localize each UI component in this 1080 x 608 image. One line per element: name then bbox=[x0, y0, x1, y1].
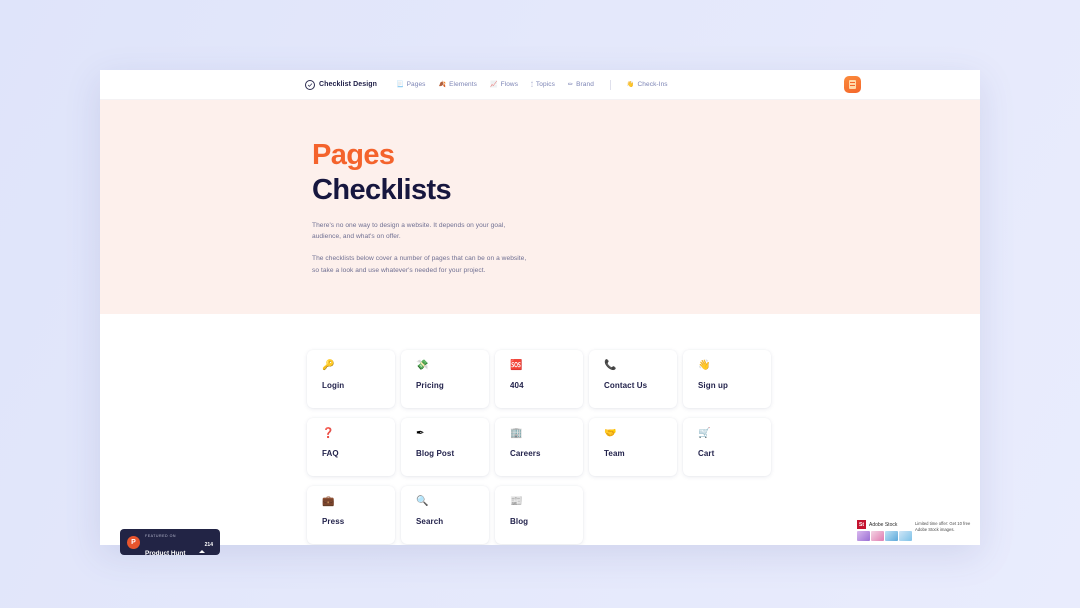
card-label: Cart bbox=[698, 449, 715, 458]
brand-name-label: Checklist Design bbox=[319, 81, 378, 88]
hero-paragraph-2: The checklists below cover a number of p… bbox=[312, 255, 527, 274]
checklist-card-careers[interactable]: 🏢 Careers bbox=[495, 418, 583, 476]
nav-item-label: Topics bbox=[535, 81, 555, 88]
candle-icon: 🕯 bbox=[531, 81, 533, 88]
shopping-cart-icon: 🛒 bbox=[698, 428, 711, 439]
checklist-card-pricing[interactable]: 💸 Pricing bbox=[401, 350, 489, 408]
pencil-icon: ✏ bbox=[567, 81, 574, 88]
site-viewport: Checklist Design 📃 Pages 🍂 Elements 📈 Fl… bbox=[100, 70, 980, 545]
brand-logo[interactable]: Checklist Design bbox=[305, 79, 378, 90]
checklist-card-404[interactable]: 🆘 404 bbox=[495, 350, 583, 408]
checklist-grid-section: 🔑 Login 💸 Pricing 🆘 404 📞 Contact Us 👋 S… bbox=[100, 314, 980, 544]
ad-thumbnail bbox=[871, 531, 884, 541]
briefcase-icon: 💼 bbox=[322, 496, 335, 507]
pen-icon: ✒ bbox=[416, 428, 425, 439]
page-title-line1: Pages bbox=[312, 139, 395, 171]
adobe-ad-thumbnails bbox=[857, 531, 912, 541]
checklist-card-team[interactable]: 🤝 Team bbox=[589, 418, 677, 476]
card-label: 404 bbox=[510, 381, 524, 390]
adobe-ad-headline: Limited time offer: Get 10 free Adobe St… bbox=[915, 521, 971, 533]
office-building-icon: 🏢 bbox=[510, 428, 523, 439]
checklist-grid: 🔑 Login 💸 Pricing 🆘 404 📞 Contact Us 👋 S… bbox=[307, 350, 777, 544]
money-with-wings-icon: 💸 bbox=[416, 360, 429, 371]
card-label: Login bbox=[322, 381, 345, 390]
page-title: Pages Checklists bbox=[312, 138, 980, 208]
upvote-count: 214 bbox=[204, 542, 213, 548]
product-hunt-logo-icon: P bbox=[127, 535, 140, 549]
nav-divider bbox=[609, 79, 611, 90]
book-icon bbox=[849, 80, 856, 89]
checklist-card-sign-up[interactable]: 👋 Sign up bbox=[683, 350, 771, 408]
product-hunt-text: FEATURED ON Product Hunt bbox=[145, 529, 194, 555]
newspaper-icon: 📰 bbox=[510, 496, 523, 507]
card-label: Blog bbox=[510, 517, 529, 526]
nav-item-check-ins[interactable]: 👋 Check-Ins bbox=[627, 81, 668, 88]
page-title-line2: Checklists bbox=[312, 173, 452, 206]
nav-item-label: Brand bbox=[576, 81, 594, 88]
nav-links-group: Checklist Design 📃 Pages 🍂 Elements 📈 Fl… bbox=[305, 79, 668, 90]
hero-paragraph-1: There's no one way to design a website. … bbox=[312, 221, 506, 241]
checklist-card-press[interactable]: 💼 Press bbox=[307, 486, 395, 544]
nav-item-brand[interactable]: ✏ Brand bbox=[568, 81, 594, 88]
card-label: Sign up bbox=[698, 381, 729, 390]
checklist-card-contact-us[interactable]: 📞 Contact Us bbox=[589, 350, 677, 408]
product-hunt-upvote[interactable]: 214 bbox=[198, 533, 213, 553]
telephone-icon: 📞 bbox=[604, 360, 617, 371]
handshake-icon: 🤝 bbox=[604, 428, 617, 439]
magnifying-glass-icon: 🔍 bbox=[416, 496, 429, 507]
hero-section: Pages Checklists There's no one way to d… bbox=[100, 100, 980, 314]
card-label: Team bbox=[604, 449, 625, 458]
nav-item-label: Check-Ins bbox=[637, 81, 668, 88]
nav-item-topics[interactable]: 🕯 Topics bbox=[531, 81, 555, 88]
card-label: Pricing bbox=[416, 381, 444, 390]
product-hunt-badge[interactable]: P FEATURED ON Product Hunt 214 bbox=[120, 529, 220, 555]
page-icon: 📃 bbox=[396, 81, 404, 88]
nav-cta-button[interactable] bbox=[844, 76, 861, 93]
checklist-card-search[interactable]: 🔍 Search bbox=[401, 486, 489, 544]
nav-item-label: Pages bbox=[406, 81, 426, 88]
checklist-card-blog-post[interactable]: ✒ Blog Post bbox=[401, 418, 489, 476]
product-hunt-title: Product Hunt bbox=[145, 550, 186, 555]
question-mark-icon: ❓ bbox=[322, 428, 335, 439]
check-circle-icon bbox=[305, 79, 315, 90]
adobe-stock-ad[interactable]: St Adobe Stock Limited time offer: Get 1… bbox=[856, 518, 978, 545]
sos-icon: 🆘 bbox=[510, 360, 523, 371]
ad-thumbnail bbox=[857, 531, 870, 541]
waving-hand-icon: 👋 bbox=[626, 81, 635, 88]
checklist-card-blog[interactable]: 📰 Blog bbox=[495, 486, 583, 544]
nav-item-pages[interactable]: 📃 Pages bbox=[396, 81, 426, 88]
checklist-card-cart[interactable]: 🛒 Cart bbox=[683, 418, 771, 476]
card-label: Careers bbox=[510, 449, 541, 458]
key-icon: 🔑 bbox=[322, 360, 335, 371]
adobe-stock-logo-icon: St bbox=[857, 520, 866, 529]
nav-item-label: Elements bbox=[449, 81, 478, 88]
adobe-brand-label: Adobe Stock bbox=[869, 521, 898, 528]
card-label: FAQ bbox=[322, 449, 339, 458]
top-navigation-bar: Checklist Design 📃 Pages 🍂 Elements 📈 Fl… bbox=[100, 70, 980, 100]
ad-thumbnail bbox=[885, 531, 898, 541]
card-label: Contact Us bbox=[604, 381, 648, 390]
card-label: Search bbox=[416, 517, 444, 526]
nav-item-elements[interactable]: 🍂 Elements bbox=[439, 81, 477, 88]
leaf-icon: 🍂 bbox=[438, 81, 447, 88]
waving-hand-icon: 👋 bbox=[698, 360, 711, 371]
product-hunt-kicker: FEATURED ON bbox=[145, 534, 176, 538]
adobe-brand-row: St Adobe Stock bbox=[857, 520, 912, 529]
adobe-ad-left: St Adobe Stock bbox=[856, 518, 912, 545]
ad-thumbnail bbox=[899, 531, 912, 541]
checklist-card-faq[interactable]: ❓ FAQ bbox=[307, 418, 395, 476]
nav-item-flows[interactable]: 📈 Flows bbox=[490, 81, 518, 88]
chart-icon: 📈 bbox=[490, 81, 498, 88]
checklist-card-login[interactable]: 🔑 Login bbox=[307, 350, 395, 408]
card-label: Blog Post bbox=[416, 449, 455, 458]
nav-item-label: Flows bbox=[500, 81, 519, 88]
card-label: Press bbox=[322, 517, 345, 526]
